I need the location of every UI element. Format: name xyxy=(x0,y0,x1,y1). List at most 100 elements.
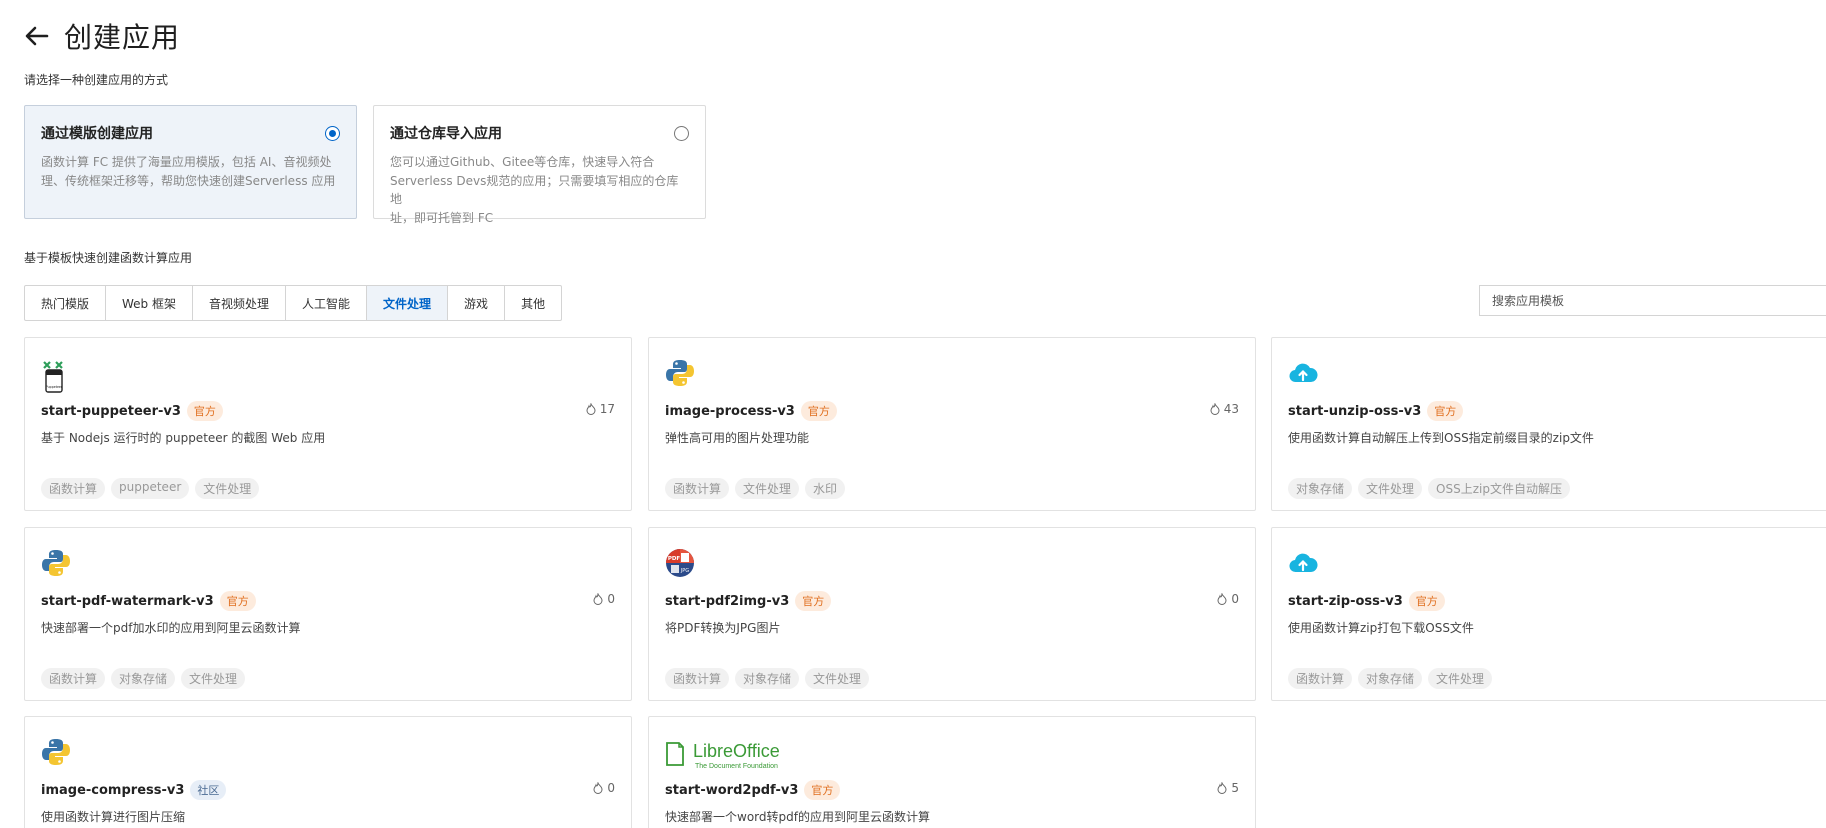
tag-list: 函数计算 对象存储 文件处理 xyxy=(1288,668,1493,689)
template-card[interactable]: PDF JPG start-pdf2img-v3 官方 0 将PDF转换为JPG… xyxy=(648,527,1256,701)
template-card[interactable]: Puppeteer start-puppeteer-v3 官方 17 基于 No… xyxy=(24,337,632,511)
template-name: image-compress-v3 xyxy=(41,782,185,798)
tag: 函数计算 xyxy=(665,668,730,689)
tab-ai[interactable]: 人工智能 xyxy=(286,286,368,320)
svg-text:LibreOffice: LibreOffice xyxy=(693,741,780,761)
like-count[interactable]: 0 xyxy=(592,781,615,795)
template-name: start-unzip-oss-v3 xyxy=(1288,403,1422,419)
flame-icon xyxy=(1217,593,1227,605)
template-name: start-pdf-watermark-v3 xyxy=(41,593,214,609)
template-description: 使用函数计算进行图片压缩 xyxy=(41,810,186,824)
tab-others[interactable]: 其他 xyxy=(505,286,561,320)
official-badge: 官方 xyxy=(795,591,832,611)
tag: 对象存储 xyxy=(1288,478,1353,499)
like-count[interactable]: 43 xyxy=(1209,402,1239,416)
tab-hot-templates[interactable]: 热门模版 xyxy=(25,286,107,320)
template-card[interactable]: LibreOffice The Document Foundation star… xyxy=(648,716,1256,828)
tag: 函数计算 xyxy=(41,668,106,689)
method-card-repository[interactable]: 通过仓库导入应用 您可以通过Github、Gitee等仓库，快速导入符合 Ser… xyxy=(373,105,706,225)
template-name: start-puppeteer-v3 xyxy=(41,403,181,419)
tab-games[interactable]: 游戏 xyxy=(448,286,506,320)
tab-audio-video[interactable]: 音视频处理 xyxy=(193,286,287,320)
tag: 函数计算 xyxy=(665,478,730,499)
template-description: 基于 Nodejs 运行时的 puppeteer 的截图 Web 应用 xyxy=(41,431,326,445)
svg-text:JPG: JPG xyxy=(680,568,689,574)
flame-icon xyxy=(593,782,603,794)
method-card-template[interactable]: 通过模版创建应用 函数计算 FC 提供了海量应用模版，包括 AI、音视频处 理、… xyxy=(24,105,357,219)
tag: 对象存储 xyxy=(111,668,176,689)
tag: 文件处理 xyxy=(1428,668,1493,689)
tag: puppeteer xyxy=(111,478,190,499)
python-logo-icon xyxy=(665,358,697,392)
like-count[interactable]: 5 xyxy=(1216,781,1239,795)
tag: 文件处理 xyxy=(195,478,260,499)
template-description: 快速部署一个word转pdf的应用到阿里云函数计算 xyxy=(665,810,930,824)
template-card[interactable]: start-unzip-oss-v3 官方 使用函数计算自动解压上传到OSS指定… xyxy=(1271,337,1826,511)
tag: 函数计算 xyxy=(41,478,106,499)
pdf-to-jpg-icon: PDF JPG xyxy=(665,548,697,582)
tab-file-processing[interactable]: 文件处理 xyxy=(367,286,449,320)
tag: 文件处理 xyxy=(1358,478,1423,499)
official-badge: 官方 xyxy=(186,401,223,421)
tab-web-framework[interactable]: Web 框架 xyxy=(106,286,193,320)
tag-list: 函数计算 文件处理 水印 xyxy=(665,478,846,499)
template-description: 将PDF转换为JPG图片 xyxy=(665,621,781,635)
tag: 文件处理 xyxy=(735,478,800,499)
template-description: 使用函数计算zip打包下载OSS文件 xyxy=(1288,621,1474,635)
like-count[interactable]: 17 xyxy=(585,402,615,416)
template-name: image-process-v3 xyxy=(665,403,795,419)
method-title: 通过仓库导入应用 xyxy=(390,126,502,142)
tag: 函数计算 xyxy=(1288,668,1353,689)
like-count[interactable]: 0 xyxy=(592,592,615,606)
libreoffice-logo-icon: LibreOffice The Document Foundation xyxy=(665,737,805,771)
page-header: 创建应用 xyxy=(22,14,180,58)
tag: 文件处理 xyxy=(181,668,246,689)
template-search-input[interactable] xyxy=(1479,285,1826,316)
flame-icon xyxy=(1210,403,1220,415)
python-logo-icon xyxy=(41,548,73,582)
method-description: 您可以通过Github、Gitee等仓库，快速导入符合 Serverless D… xyxy=(390,155,679,225)
template-name: start-word2pdf-v3 xyxy=(665,782,799,798)
tag-list: 对象存储 文件处理 OSS上zip文件自动解压 xyxy=(1288,478,1570,499)
flame-icon xyxy=(1217,782,1227,794)
tag: 文件处理 xyxy=(805,668,870,689)
tag-list: 函数计算 puppeteer 文件处理 xyxy=(41,478,260,499)
flame-icon xyxy=(593,593,603,605)
cloud-upload-icon xyxy=(1288,548,1320,582)
radio-repository[interactable] xyxy=(674,126,689,141)
community-badge: 社区 xyxy=(190,780,227,800)
official-badge: 官方 xyxy=(800,401,837,421)
radio-template-selected[interactable] xyxy=(325,126,340,141)
template-name: start-zip-oss-v3 xyxy=(1288,593,1403,609)
template-card[interactable]: image-process-v3 官方 43 弹性高可用的图片处理功能 函数计算… xyxy=(648,337,1256,511)
flame-icon xyxy=(586,403,596,415)
official-badge: 官方 xyxy=(1408,591,1445,611)
creation-method-prompt: 请选择一种创建应用的方式 xyxy=(24,73,169,87)
official-badge: 官方 xyxy=(219,591,256,611)
template-description: 使用函数计算自动解压上传到OSS指定前缀目录的zip文件 xyxy=(1288,431,1594,445)
back-arrow-icon[interactable] xyxy=(22,21,52,51)
svg-text:Puppeteer: Puppeteer xyxy=(46,385,63,389)
template-description: 快速部署一个pdf加水印的应用到阿里云函数计算 xyxy=(41,621,301,635)
template-card[interactable]: start-zip-oss-v3 官方 使用函数计算zip打包下载OSS文件 函… xyxy=(1271,527,1826,701)
template-card[interactable]: start-pdf-watermark-v3 官方 0 快速部署一个pdf加水印… xyxy=(24,527,632,701)
category-tabs: 热门模版 Web 框架 音视频处理 人工智能 文件处理 游戏 其他 xyxy=(24,285,563,321)
tag: OSS上zip文件自动解压 xyxy=(1428,478,1570,499)
tag-list: 函数计算 对象存储 文件处理 xyxy=(41,668,246,689)
official-badge: 官方 xyxy=(1427,401,1464,421)
template-section-label: 基于模板快速创建函数计算应用 xyxy=(24,251,193,265)
tag: 对象存储 xyxy=(735,668,800,689)
template-card[interactable]: image-compress-v3 社区 0 使用函数计算进行图片压缩 xyxy=(24,716,632,828)
svg-text:The Document Foundation: The Document Foundation xyxy=(695,763,778,770)
like-count[interactable]: 0 xyxy=(1216,592,1239,606)
method-description: 函数计算 FC 提供了海量应用模版，包括 AI、音视频处 理、传统框架迁移等，帮… xyxy=(41,155,336,188)
python-logo-icon xyxy=(41,737,73,771)
template-description: 弹性高可用的图片处理功能 xyxy=(665,431,810,445)
tag-list: 函数计算 对象存储 文件处理 xyxy=(665,668,870,689)
cloud-upload-icon xyxy=(1288,358,1320,392)
official-badge: 官方 xyxy=(804,780,841,800)
tag: 对象存储 xyxy=(1358,668,1423,689)
template-name: start-pdf2img-v3 xyxy=(665,593,790,609)
page-title: 创建应用 xyxy=(64,21,181,54)
tag: 水印 xyxy=(805,478,846,499)
